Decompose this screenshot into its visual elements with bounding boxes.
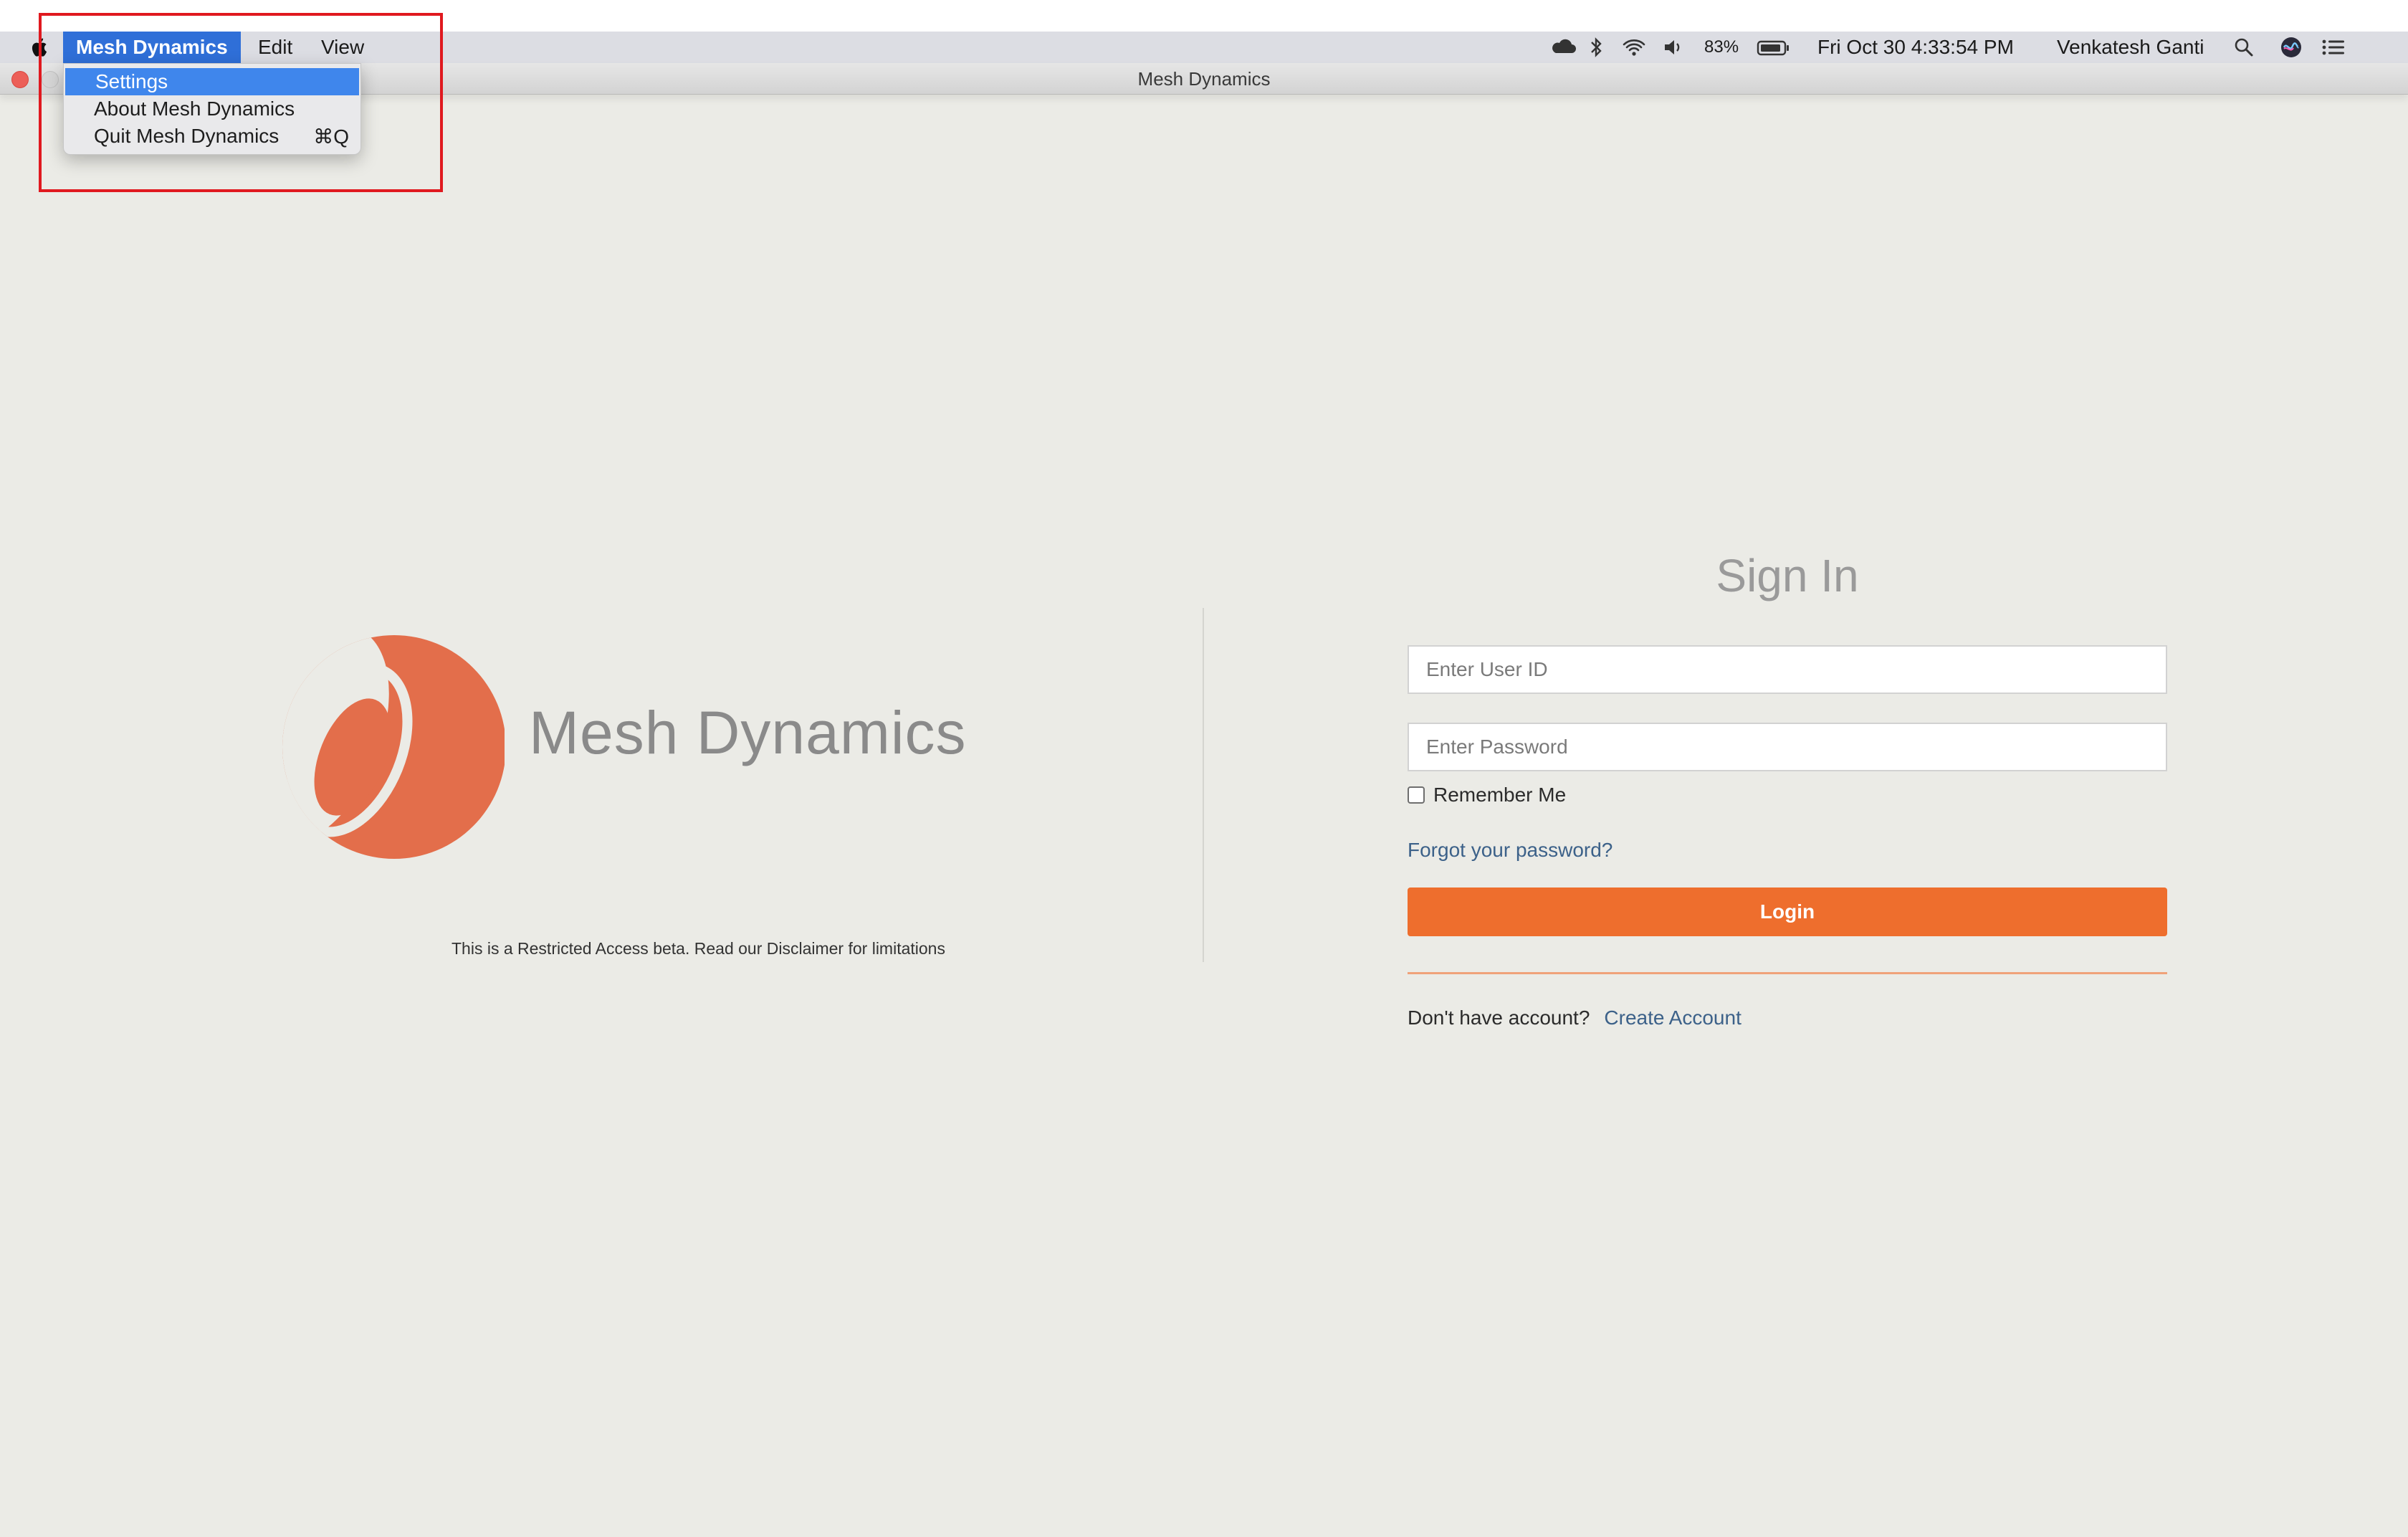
screen: Mesh Dynamics Edit View 83% Fri Oct 30 4… <box>0 0 2408 1537</box>
clock[interactable]: Fri Oct 30 4:33:54 PM <box>1817 32 2014 63</box>
disclaimer-text: This is a Restricted Access beta. Read o… <box>452 939 945 958</box>
volume-icon[interactable] <box>1661 32 1686 63</box>
login-button[interactable]: Login <box>1408 888 2167 936</box>
create-account-link[interactable]: Create Account <box>1604 1007 1741 1029</box>
remember-me-label[interactable]: Remember Me <box>1433 784 1566 806</box>
user-name[interactable]: Venkatesh Ganti <box>2057 32 2204 63</box>
no-account-text: Don't have account? <box>1408 1007 1590 1029</box>
no-account-row: Don't have account? Create Account <box>1408 1007 1742 1029</box>
user-id-input[interactable] <box>1408 645 2167 694</box>
forgot-password-link[interactable]: Forgot your password? <box>1408 839 1612 862</box>
battery-icon[interactable] <box>1756 32 1790 63</box>
remember-me-checkbox[interactable] <box>1408 786 1425 804</box>
status-area: 83% Fri Oct 30 4:33:54 PM Venkatesh Gant… <box>1548 32 2408 63</box>
mesh-dynamics-logo <box>282 635 505 859</box>
vertical-divider <box>1203 608 1204 962</box>
battery-percentage: 83% <box>1704 37 1739 57</box>
highlight-box <box>39 13 443 192</box>
sign-in-title: Sign In <box>1716 550 1859 601</box>
bluetooth-icon[interactable] <box>1587 32 1605 63</box>
brand-name: Mesh Dynamics <box>529 699 967 766</box>
siri-icon[interactable] <box>2278 32 2305 63</box>
notification-center-icon[interactable] <box>2319 32 2348 63</box>
password-input[interactable] <box>1408 723 2167 771</box>
remember-me[interactable]: Remember Me <box>1408 783 1566 807</box>
cloud-icon[interactable] <box>1548 32 1580 63</box>
horizontal-divider <box>1408 972 2167 974</box>
spotlight-search-icon[interactable] <box>2232 32 2256 63</box>
wifi-icon[interactable] <box>1618 32 1650 63</box>
